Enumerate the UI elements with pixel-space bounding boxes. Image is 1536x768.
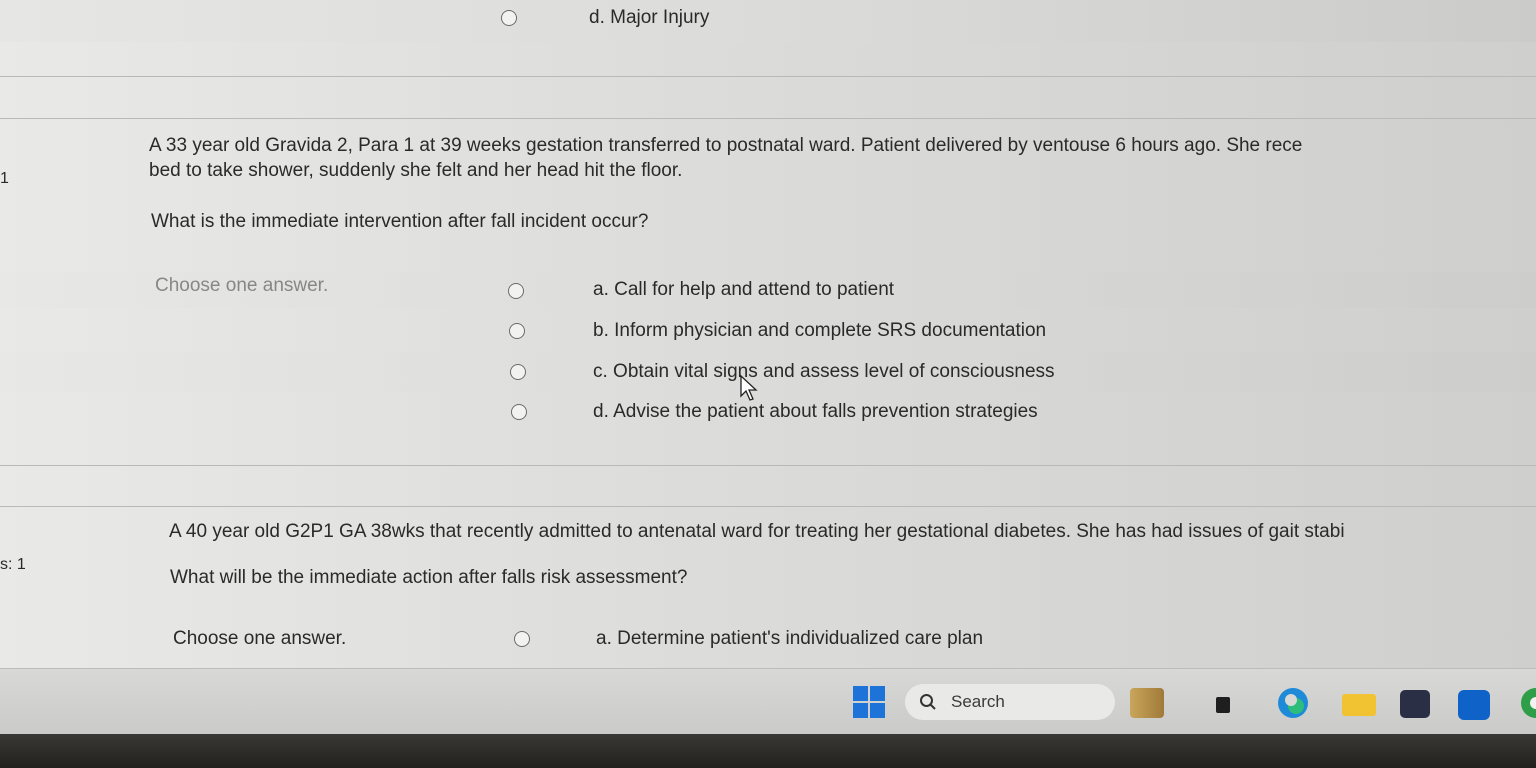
windows-start-icon[interactable] xyxy=(853,686,885,718)
store-icon[interactable] xyxy=(1400,690,1430,718)
option-a-radio[interactable] xyxy=(508,283,524,299)
search-label: Search xyxy=(951,692,1005,711)
question-prompt: What will be the immediate action after … xyxy=(170,567,688,588)
option-c-radio[interactable] xyxy=(510,364,526,380)
weather-widget-icon[interactable] xyxy=(1130,688,1164,718)
prev-option-d-label[interactable]: d. Major Injury xyxy=(589,6,709,30)
choose-one-label: Choose one answer. xyxy=(173,628,347,649)
chrome-icon[interactable] xyxy=(1516,686,1536,720)
option-b-label[interactable]: b. Inform physician and complete SRS doc… xyxy=(593,319,1046,343)
option-d-label[interactable]: d. Advise the patient about falls preven… xyxy=(593,400,1038,424)
edge-browser-icon[interactable] xyxy=(1276,686,1310,720)
question-stem-line: A 33 year old Gravida 2, Para 1 at 39 we… xyxy=(149,135,1303,156)
option-c-label[interactable]: c. Obtain vital signs and assess level o… xyxy=(593,360,1055,384)
option-a-label[interactable]: a. Call for help and attend to patient xyxy=(593,278,894,302)
question-number: 1 xyxy=(0,170,9,187)
prev-question-band xyxy=(0,0,1536,42)
taskview-icon[interactable] xyxy=(1216,697,1230,713)
divider xyxy=(0,465,1536,466)
divider xyxy=(0,506,1536,507)
screen: d. Major Injury 1 A 33 year old Gravida … xyxy=(0,0,1536,768)
search-icon xyxy=(920,694,936,710)
option-a-radio[interactable] xyxy=(514,631,530,647)
taskbar-search-box[interactable]: Search xyxy=(905,684,1115,720)
mouse-cursor-icon xyxy=(740,374,758,401)
option-d-radio[interactable] xyxy=(511,404,527,420)
divider xyxy=(0,118,1536,119)
option-a-label[interactable]: a. Determine patient's individualized ca… xyxy=(596,627,983,651)
monitor-bezel xyxy=(0,734,1536,768)
divider xyxy=(0,76,1536,77)
question-prompt: What is the immediate intervention after… xyxy=(151,211,649,232)
prev-option-d-radio[interactable] xyxy=(501,10,517,26)
option-b-radio[interactable] xyxy=(509,323,525,339)
marks-label: s: 1 xyxy=(0,556,26,573)
question-stem-line: A 40 year old G2P1 GA 38wks that recentl… xyxy=(169,521,1345,542)
outlook-icon[interactable] xyxy=(1458,690,1490,720)
question-stem-line: bed to take shower, suddenly she felt an… xyxy=(149,160,683,181)
file-explorer-icon[interactable] xyxy=(1342,694,1376,716)
